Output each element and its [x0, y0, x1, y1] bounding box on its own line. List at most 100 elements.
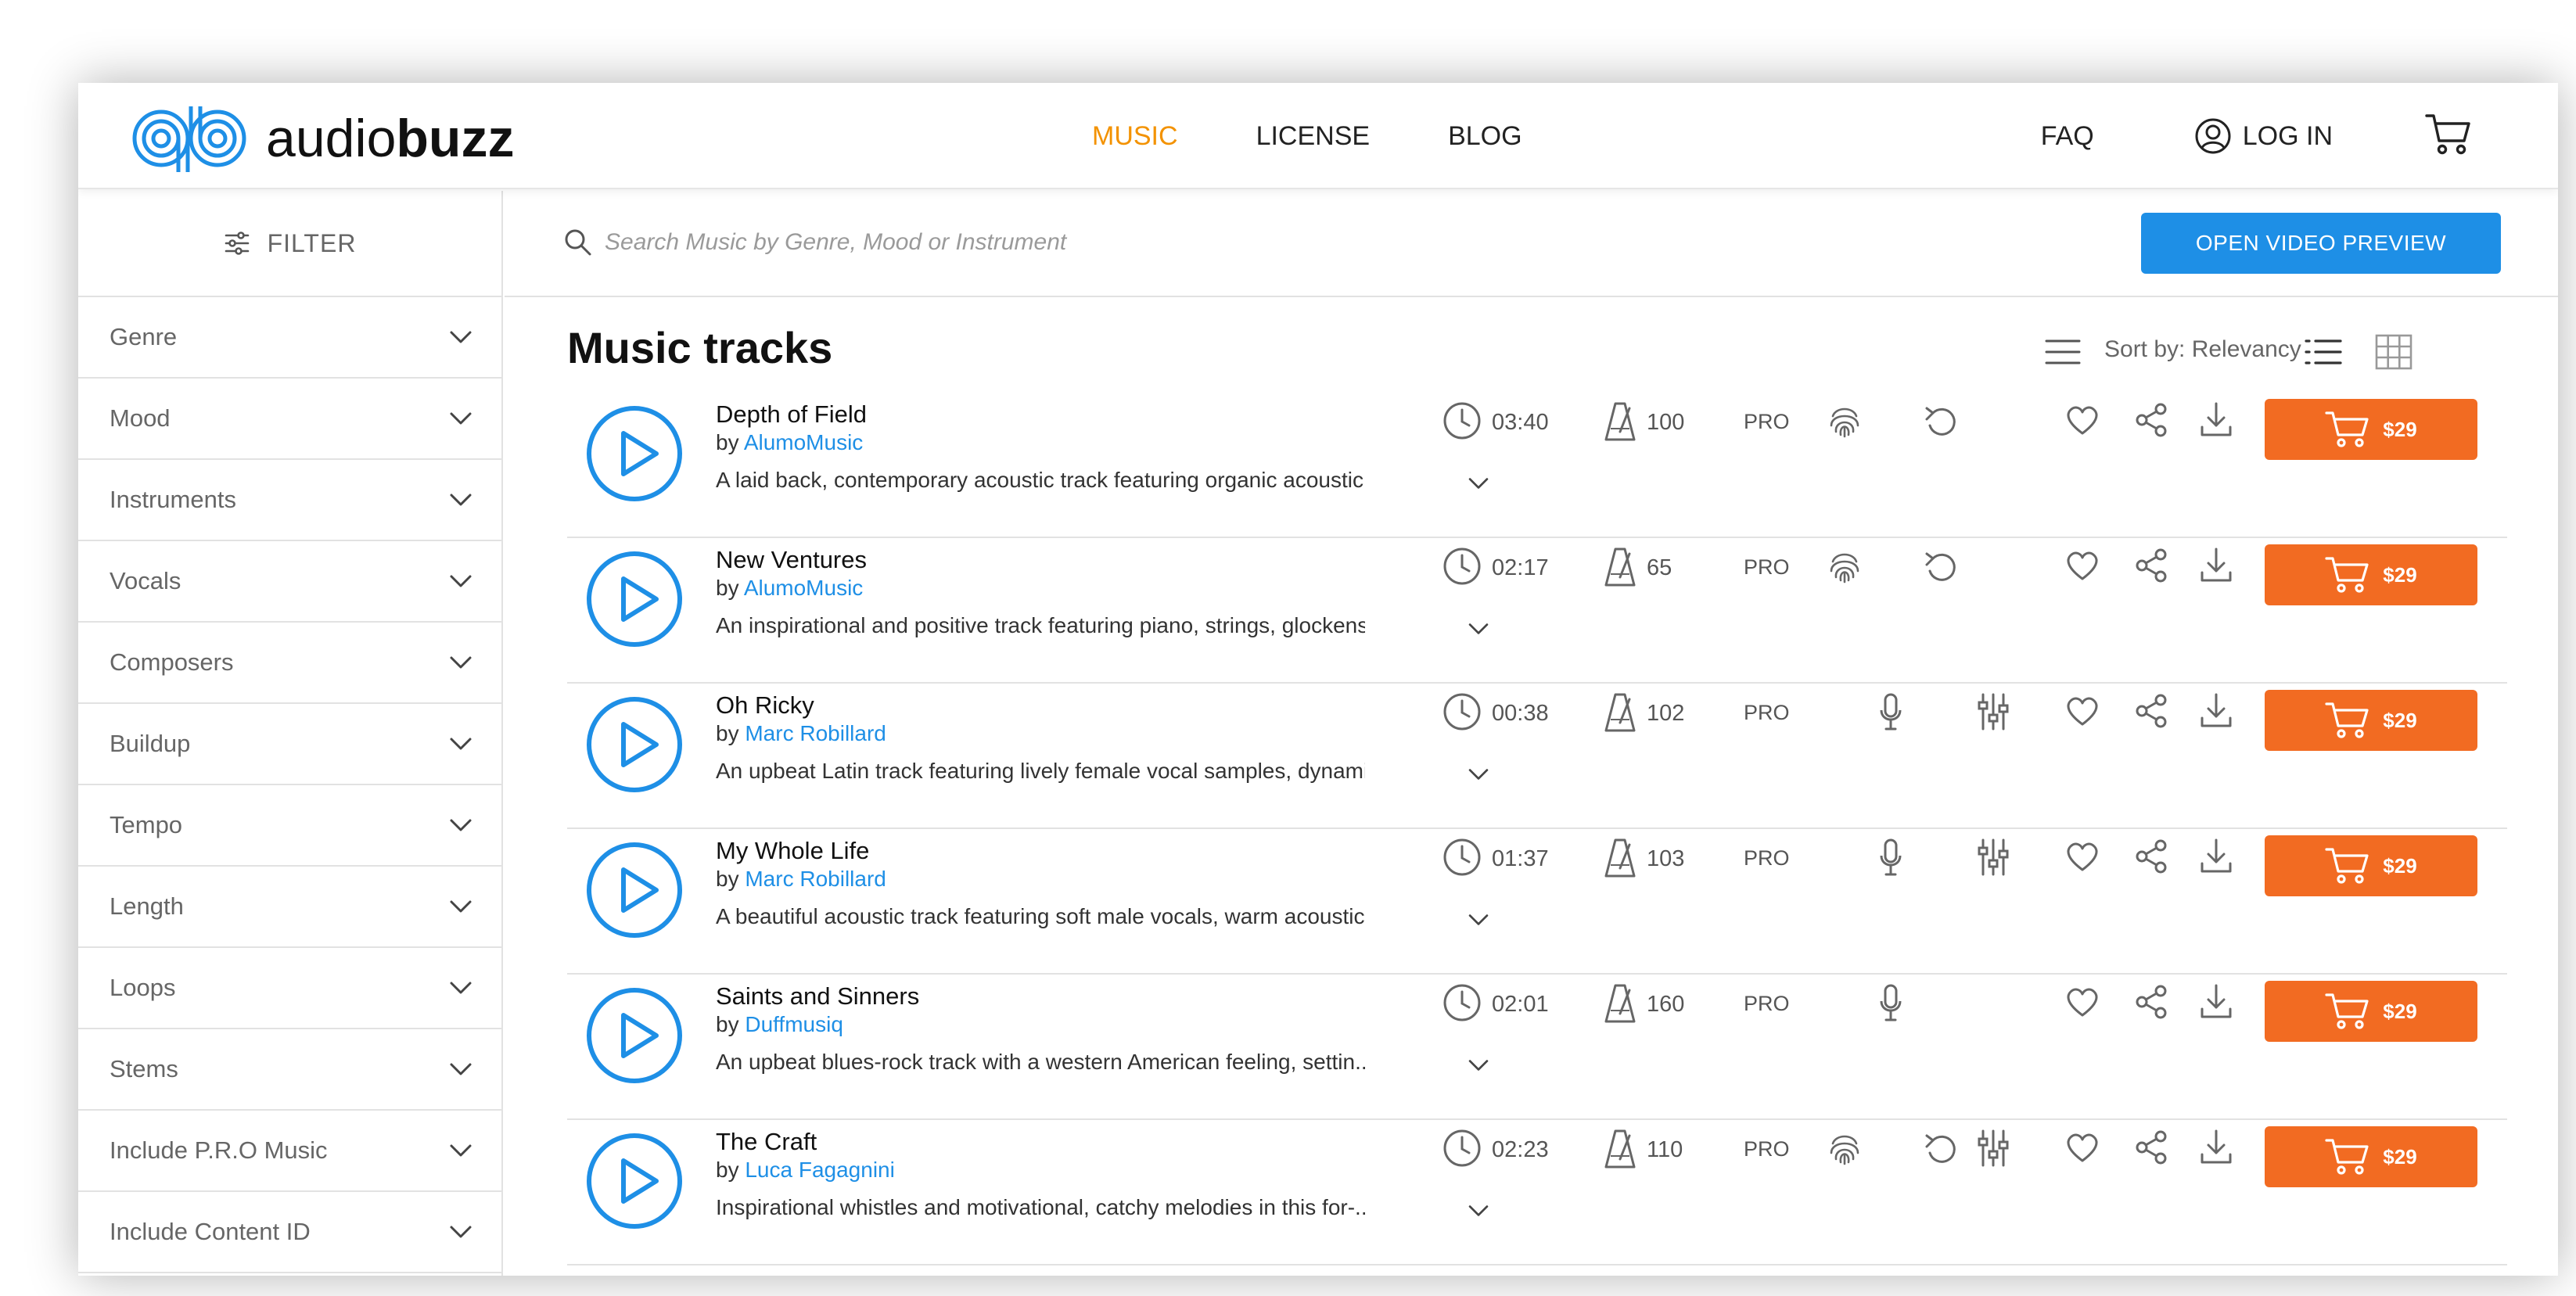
share-icon[interactable]: [2135, 838, 2168, 874]
filter-length[interactable]: Length: [78, 867, 501, 948]
download-icon[interactable]: [2199, 400, 2233, 440]
download-icon[interactable]: [2199, 982, 2233, 1021]
nav-license[interactable]: LICENSE: [1256, 121, 1371, 152]
sort-dropdown[interactable]: Sort by: Relevancy: [2104, 336, 2301, 363]
sliders-icon: [225, 232, 249, 255]
search-input[interactable]: [605, 219, 1778, 266]
nav-music[interactable]: MUSIC: [1092, 121, 1178, 152]
list-view-icon[interactable]: [2304, 336, 2343, 368]
filter-include-pro-music[interactable]: Include P.R.O Music: [78, 1111, 501, 1192]
filter-label: FILTER: [267, 228, 357, 257]
add-to-cart-button[interactable]: $29: [2265, 981, 2477, 1042]
play-icon[interactable]: [584, 1131, 684, 1231]
heart-icon[interactable]: [2064, 695, 2100, 727]
play-icon[interactable]: [584, 985, 684, 1086]
chevron-down-icon[interactable]: [1467, 912, 1490, 928]
chevron-down-icon: [448, 573, 473, 590]
heart-icon[interactable]: [2064, 404, 2100, 436]
chevron-down-icon[interactable]: [1467, 1057, 1490, 1073]
track-bpm: 160: [1647, 992, 1685, 1017]
metronome-icon: [1603, 837, 1637, 879]
filter-include-content-id[interactable]: Include Content ID: [78, 1192, 501, 1273]
metronome-icon: [1603, 982, 1637, 1025]
track-artist-link[interactable]: Duffmusiq: [745, 1012, 843, 1036]
track-byline: by Duffmusiq: [716, 1012, 843, 1037]
download-icon[interactable]: [2199, 837, 2233, 876]
filter-loops[interactable]: Loops: [78, 948, 501, 1029]
track-artist-link[interactable]: Marc Robillard: [745, 721, 886, 745]
share-icon[interactable]: [2135, 402, 2168, 438]
fingerprint-icon: [1827, 402, 1863, 440]
site-header: audiobuzz MUSIC LICENSE BLOG FAQ LOG IN: [78, 83, 2558, 189]
login-label: LOG IN: [2242, 120, 2333, 151]
filter-item-label: Mood: [110, 404, 171, 432]
filter-tempo[interactable]: Tempo: [78, 785, 501, 867]
filter-header[interactable]: FILTER: [78, 191, 501, 297]
filter-stems[interactable]: Stems: [78, 1029, 501, 1111]
share-icon[interactable]: [2135, 1129, 2168, 1165]
cart-icon: [2325, 992, 2370, 1031]
play-icon[interactable]: [584, 840, 684, 940]
clock-icon: [1442, 546, 1482, 587]
track-duration: 00:38: [1492, 701, 1549, 726]
track-artist-link[interactable]: AlumoMusic: [744, 576, 863, 600]
heart-icon[interactable]: [2064, 985, 2100, 1018]
cart-icon: [2325, 555, 2370, 594]
by-label: by: [716, 1158, 739, 1182]
track-title[interactable]: The Craft: [716, 1128, 817, 1156]
cart-icon: [2325, 410, 2370, 449]
track-title[interactable]: Oh Ricky: [716, 691, 814, 720]
add-to-cart-button[interactable]: $29: [2265, 544, 2477, 605]
track-title[interactable]: New Ventures: [716, 546, 867, 574]
track-description: An inspirational and positive track feat…: [716, 613, 1365, 637]
heart-icon[interactable]: [2064, 549, 2100, 582]
filter-mood[interactable]: Mood: [78, 379, 501, 460]
metronome-icon: [1603, 1128, 1637, 1170]
download-icon[interactable]: [2199, 691, 2233, 731]
track-artist-link[interactable]: Luca Fagagnini: [745, 1158, 894, 1182]
track-bpm: 65: [1647, 555, 1672, 580]
heart-icon[interactable]: [2064, 840, 2100, 873]
grid-view-icon[interactable]: [2374, 333, 2413, 371]
cart-button[interactable]: [2425, 113, 2472, 160]
login-button[interactable]: LOG IN: [2194, 117, 2333, 155]
add-to-cart-button[interactable]: $29: [2265, 399, 2477, 460]
filter-buildup[interactable]: Buildup: [78, 704, 501, 785]
track-artist-link[interactable]: Marc Robillard: [745, 867, 886, 891]
filter-genre[interactable]: Genre: [78, 297, 501, 379]
track-title[interactable]: Saints and Sinners: [716, 982, 919, 1011]
header-actions: FAQ LOG IN: [2041, 83, 2472, 189]
nav-blog[interactable]: BLOG: [1448, 121, 1522, 152]
track-row: My Whole Life by Marc Robillard A beauti…: [567, 821, 2507, 975]
play-icon[interactable]: [584, 549, 684, 649]
track-title[interactable]: My Whole Life: [716, 837, 869, 865]
audiobuzz-logo[interactable]: audiobuzz: [130, 103, 514, 174]
share-icon[interactable]: [2135, 547, 2168, 583]
track-artist-link[interactable]: AlumoMusic: [744, 430, 863, 454]
track-byline: by AlumoMusic: [716, 576, 863, 601]
share-icon[interactable]: [2135, 693, 2168, 729]
play-icon[interactable]: [584, 404, 684, 504]
sort-menu-icon[interactable]: [2044, 336, 2082, 368]
chevron-down-icon[interactable]: [1467, 1203, 1490, 1219]
add-to-cart-button[interactable]: $29: [2265, 835, 2477, 896]
list-header: Music tracks Sort by: Relevancy: [505, 297, 2558, 383]
add-to-cart-button[interactable]: $29: [2265, 1126, 2477, 1187]
download-icon[interactable]: [2199, 1128, 2233, 1167]
add-to-cart-button[interactable]: $29: [2265, 690, 2477, 751]
heart-icon[interactable]: [2064, 1131, 2100, 1164]
chevron-down-icon[interactable]: [1467, 621, 1490, 637]
chevron-down-icon[interactable]: [1467, 766, 1490, 782]
download-icon[interactable]: [2199, 546, 2233, 585]
filter-vocals[interactable]: Vocals: [78, 541, 501, 623]
track-title[interactable]: Depth of Field: [716, 400, 867, 429]
mixer-icon: [1977, 1128, 2010, 1169]
nav-faq[interactable]: FAQ: [2041, 121, 2094, 152]
filter-item-label: Include Content ID: [110, 1218, 311, 1245]
chevron-down-icon[interactable]: [1467, 476, 1490, 491]
filter-composers[interactable]: Composers: [78, 623, 501, 704]
share-icon[interactable]: [2135, 984, 2168, 1020]
play-icon[interactable]: [584, 695, 684, 795]
filter-instruments[interactable]: Instruments: [78, 460, 501, 541]
open-video-preview-button[interactable]: OPEN VIDEO PREVIEW: [2141, 213, 2501, 274]
